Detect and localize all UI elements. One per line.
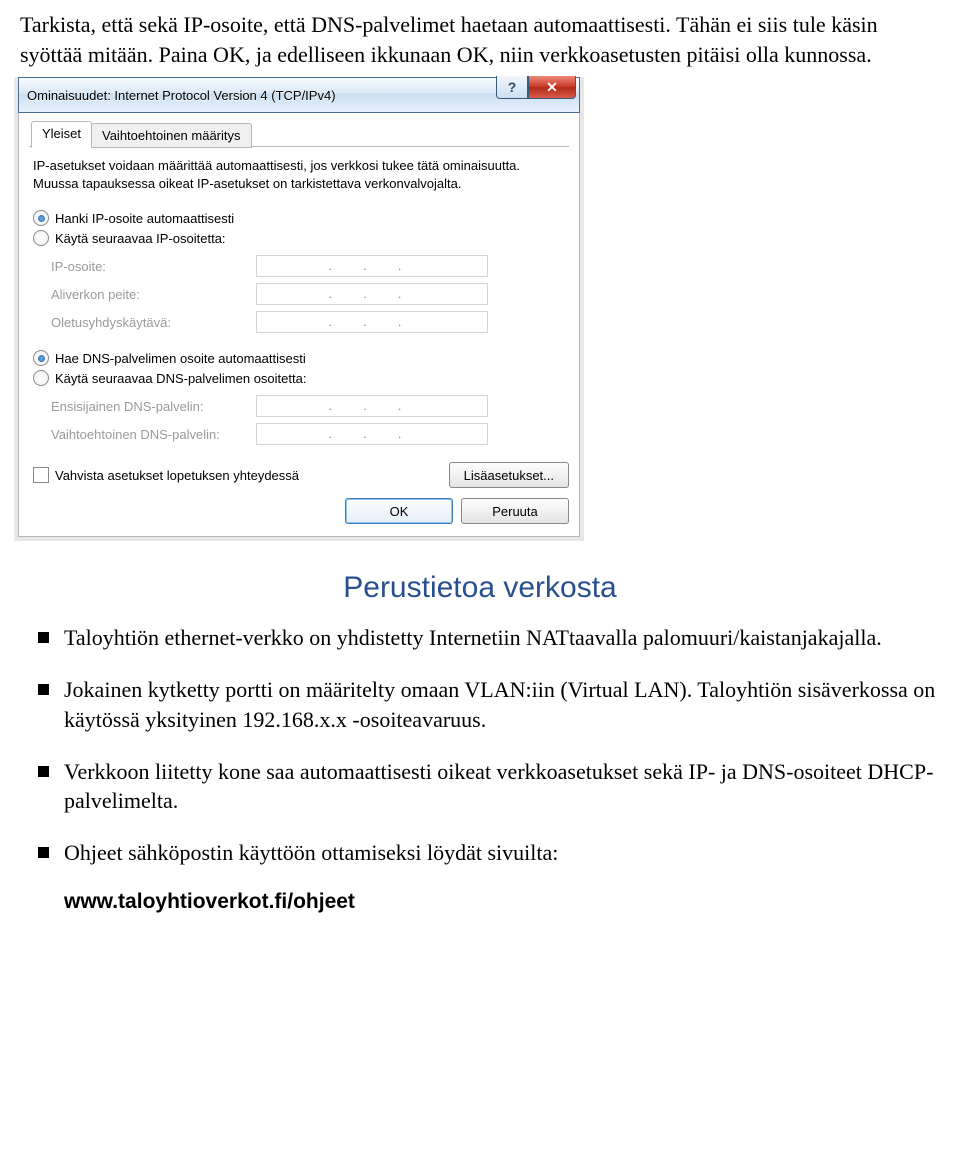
help-button[interactable]: ? (496, 76, 528, 99)
label-dns-primary: Ensisijainen DNS-palvelin: (51, 399, 256, 414)
list-item: Taloyhtiön ethernet-verkko on yhdistetty… (20, 623, 940, 653)
radio-ip-manual[interactable] (33, 230, 49, 246)
dialog-description: IP-asetukset voidaan määrittää automaatt… (33, 157, 569, 192)
radio-ip-manual-label: Käytä seuraavaa IP-osoitetta: (55, 231, 226, 246)
help-icon: ? (508, 79, 517, 95)
list-item: Ohjeet sähköpostin käyttöön ottamiseksi … (20, 838, 940, 868)
label-ip-address: IP-osoite: (51, 259, 256, 274)
ipv4-properties-dialog: Ominaisuudet: Internet Protocol Version … (14, 77, 584, 541)
cancel-button[interactable]: Peruuta (461, 498, 569, 524)
input-default-gateway[interactable]: . . . (256, 311, 488, 333)
radio-ip-auto-label: Hanki IP-osoite automaattisesti (55, 211, 234, 226)
dialog-titlebar[interactable]: Ominaisuudet: Internet Protocol Version … (18, 77, 580, 113)
radio-dns-manual-label: Käytä seuraavaa DNS-palvelimen osoitetta… (55, 371, 306, 386)
list-item: Jokainen kytketty portti on määritelty o… (20, 675, 940, 734)
close-button[interactable]: ✕ (528, 76, 576, 99)
input-subnet-mask[interactable]: . . . (256, 283, 488, 305)
radio-dns-manual[interactable] (33, 370, 49, 386)
radio-dns-auto[interactable] (33, 350, 49, 366)
input-dns-alt[interactable]: . . . (256, 423, 488, 445)
radio-dns-auto-label: Hae DNS-palvelimen osoite automaattisest… (55, 351, 306, 366)
section-heading: Perustietoa verkosta (20, 571, 940, 605)
input-ip-address[interactable]: . . . (256, 255, 488, 277)
info-bullet-list: Taloyhtiön ethernet-verkko on yhdistetty… (20, 623, 940, 867)
label-default-gateway: Oletusyhdyskäytävä: (51, 315, 256, 330)
close-icon: ✕ (546, 79, 558, 96)
label-subnet-mask: Aliverkon peite: (51, 287, 256, 302)
radio-ip-auto[interactable] (33, 210, 49, 226)
intro-paragraph: Tarkista, että sekä IP-osoite, että DNS-… (20, 10, 940, 69)
ok-button[interactable]: OK (345, 498, 453, 524)
label-dns-alt: Vaihtoehtoinen DNS-palvelin: (51, 427, 256, 442)
list-item: Verkkoon liitetty kone saa automaattises… (20, 757, 940, 816)
checkbox-validate-label: Vahvista asetukset lopetuksen yhteydessä (55, 468, 299, 483)
tab-strip: Yleiset Vaihtoehtoinen määritys (29, 121, 569, 147)
tab-alternate[interactable]: Vaihtoehtoinen määritys (91, 123, 252, 148)
advanced-button[interactable]: Lisäasetukset... (449, 462, 569, 488)
input-dns-primary[interactable]: . . . (256, 395, 488, 417)
tab-general[interactable]: Yleiset (31, 121, 92, 148)
instructions-link[interactable]: www.taloyhtioverkot.fi/ohjeet (64, 890, 940, 914)
dialog-title: Ominaisuudet: Internet Protocol Version … (27, 88, 336, 103)
checkbox-validate-on-exit[interactable] (33, 467, 49, 483)
